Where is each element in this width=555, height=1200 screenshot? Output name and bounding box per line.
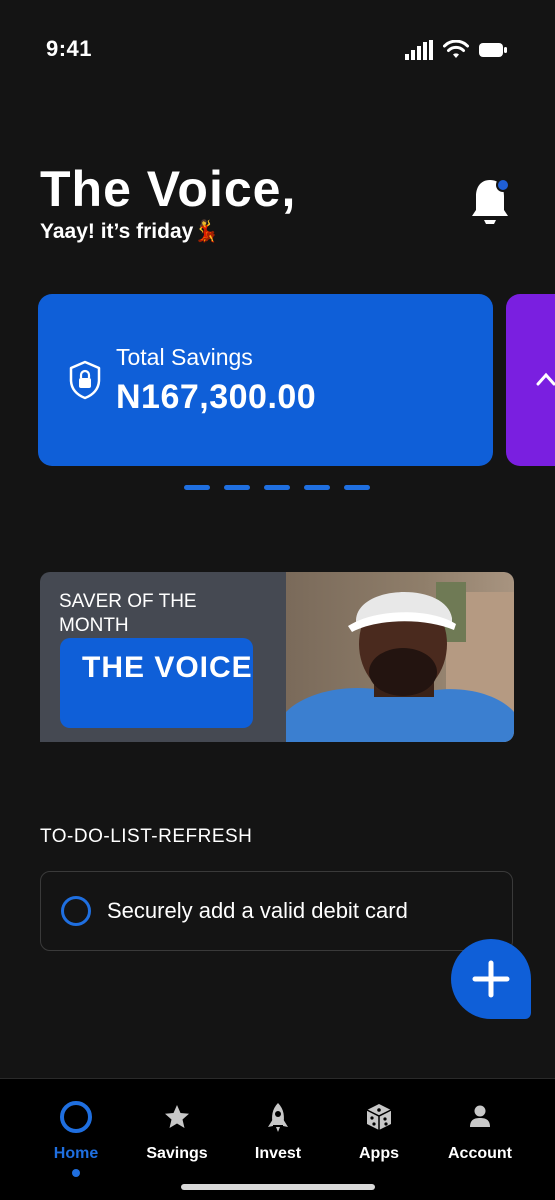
savings-label: Total Savings xyxy=(116,344,253,370)
greeting-subtitle: Yaay! it’s friday💃 xyxy=(40,220,220,243)
add-button[interactable] xyxy=(451,939,531,1019)
wifi-icon xyxy=(443,40,469,58)
greeting-title: The Voice, xyxy=(40,161,297,217)
savings-amount: N167,300.00 xyxy=(116,378,317,416)
nav-item-savings[interactable]: Savings xyxy=(127,1099,227,1163)
dice-icon xyxy=(366,1104,392,1130)
battery-icon xyxy=(479,43,507,57)
saver-photo xyxy=(286,572,514,742)
nav-item-account[interactable]: Account xyxy=(430,1099,530,1163)
total-savings-card[interactable]: Total Savings N167,300.00 xyxy=(38,294,493,466)
nav-item-apps[interactable]: Apps xyxy=(329,1099,429,1163)
active-indicator xyxy=(72,1169,80,1177)
carousel-dot[interactable] xyxy=(304,485,330,490)
todo-item[interactable]: Securely add a valid debit card xyxy=(40,871,513,951)
nav-label-account: Account xyxy=(448,1145,512,1162)
chevron-up-icon xyxy=(536,372,555,386)
saver-name: THE VOICE xyxy=(82,651,253,684)
carousel-dot[interactable] xyxy=(344,485,370,490)
nav-label-invest: Invest xyxy=(254,1145,302,1162)
signal-icon xyxy=(405,40,433,60)
saver-photo-image xyxy=(286,572,514,742)
nav-item-home[interactable]: Home xyxy=(26,1099,126,1177)
home-icon xyxy=(60,1101,92,1133)
saver-of-the-month-card[interactable]: SAVER OF THE MONTH THE VOICE xyxy=(40,572,514,742)
saver-of-month-label: SAVER OF THE MONTH xyxy=(59,591,197,636)
status-icons xyxy=(405,40,507,60)
nav-label-home: Home xyxy=(53,1145,99,1162)
todo-checkbox[interactable] xyxy=(61,896,91,926)
next-carousel-card[interactable] xyxy=(506,294,555,466)
shield-lock-icon xyxy=(69,360,101,400)
status-bar: 9:41 xyxy=(0,0,555,90)
carousel-dot[interactable] xyxy=(184,485,210,490)
bottom-nav: Home Savings Invest Apps Account xyxy=(0,1078,555,1200)
nav-label-savings: Savings xyxy=(146,1145,208,1162)
nav-item-invest[interactable]: Invest xyxy=(228,1099,328,1163)
notification-badge xyxy=(496,178,510,192)
todo-item-text: Securely add a valid debit card xyxy=(107,898,408,923)
person-icon xyxy=(470,1105,490,1127)
carousel-dot[interactable] xyxy=(224,485,250,490)
carousel-dot[interactable] xyxy=(264,485,290,490)
todo-heading: TO-DO-LIST-REFRESH xyxy=(40,826,253,847)
nav-label-apps: Apps xyxy=(359,1145,399,1162)
carousel-pagination xyxy=(184,485,370,490)
saver-name-badge: THE VOICE xyxy=(60,638,253,728)
plus-icon xyxy=(472,960,510,998)
star-icon xyxy=(165,1105,189,1128)
notifications-button[interactable] xyxy=(468,176,512,228)
rocket-icon xyxy=(268,1103,288,1132)
home-indicator xyxy=(181,1184,375,1190)
status-time: 9:41 xyxy=(46,36,93,61)
